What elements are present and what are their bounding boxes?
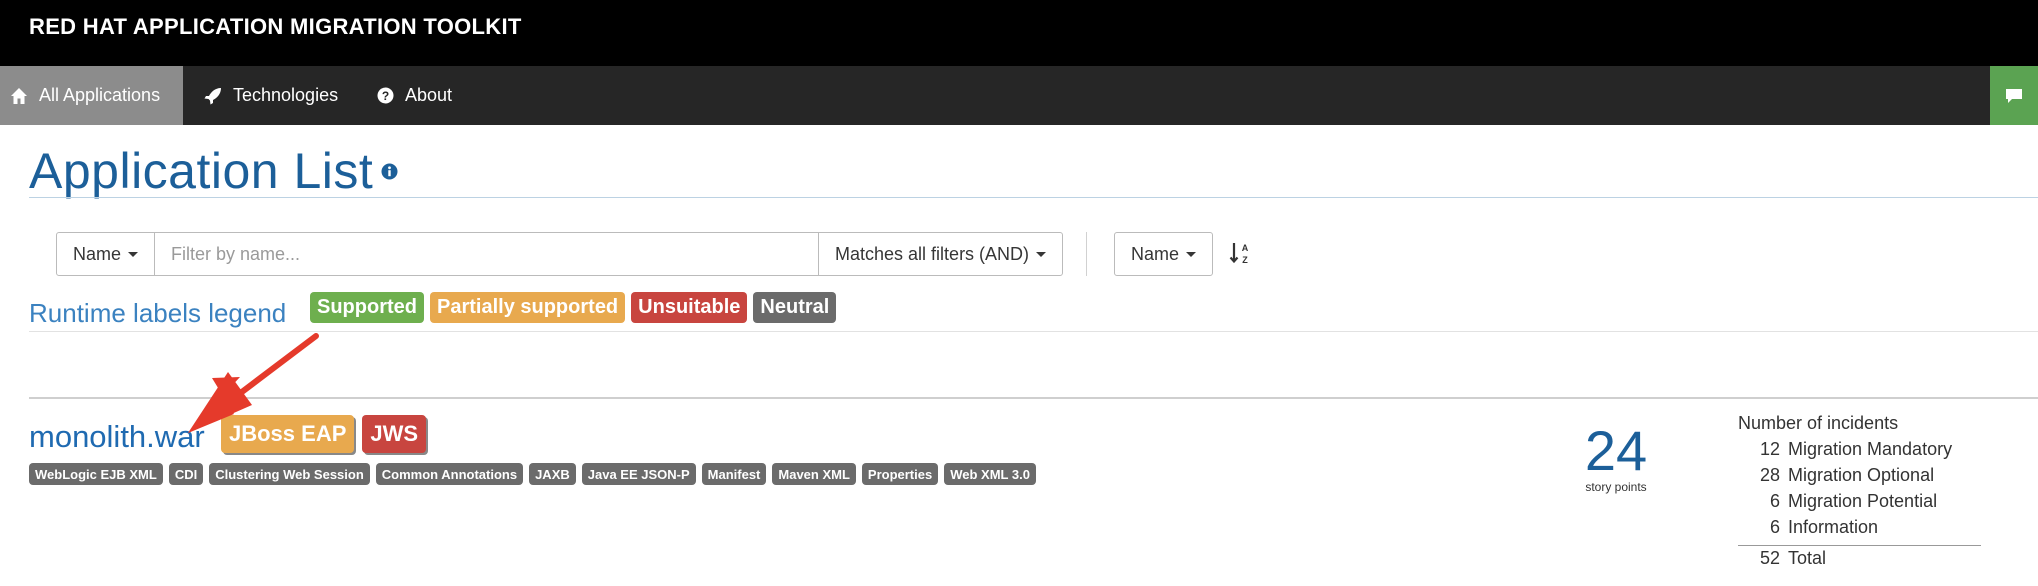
runtime-legend-badges: Supported Partially supported Unsuitable… [310, 292, 837, 323]
nav-label: All Applications [39, 85, 161, 105]
incident-row: 6 Information [1738, 517, 1981, 543]
nav-technologies[interactable]: Technologies [204, 66, 338, 125]
incident-count: 12 [1759, 439, 1780, 459]
incident-count: 6 [1769, 491, 1780, 511]
incidents-total-divider [1738, 545, 1981, 546]
technology-tag: Clustering Web Session [209, 463, 370, 485]
caret-down-icon [128, 251, 139, 257]
technology-tag: Maven XML [772, 463, 856, 485]
incident-label: Migration Mandatory [1788, 439, 1953, 459]
top-header: RED HAT APPLICATION MIGRATION TOOLKIT [0, 0, 2038, 66]
runtime-badge-jboss-eap: JBoss EAP [221, 415, 355, 453]
nav-about[interactable]: ? About [377, 66, 452, 125]
incident-total-row: 52 Total [1738, 548, 1981, 574]
home-icon [11, 87, 27, 104]
info-icon[interactable] [381, 163, 398, 180]
toolbar-divider [1086, 232, 1087, 276]
filter-input[interactable] [155, 232, 819, 276]
technology-tag: Common Annotations [375, 463, 524, 485]
technology-tag: Properties [861, 463, 939, 485]
list-divider [29, 397, 2038, 399]
technology-tag: WebLogic EJB XML [29, 463, 163, 485]
incident-count: 28 [1759, 465, 1780, 485]
incident-row: 12 Migration Mandatory [1738, 439, 1981, 465]
sort-field-dropdown[interactable]: Name [1114, 232, 1214, 276]
svg-text:Z: Z [1242, 255, 1248, 265]
technology-tags: WebLogic EJB XML CDI Clustering Web Sess… [29, 463, 1036, 485]
incident-total-label: Total [1788, 548, 1827, 568]
nav-label: About [405, 85, 453, 105]
technology-tag: JAXB [529, 463, 576, 485]
application-runtime-badges: JBoss EAP JWS [221, 415, 427, 453]
incident-total-count: 52 [1759, 548, 1780, 568]
technology-tag: CDI [168, 463, 204, 485]
brand-title: RED HAT APPLICATION MIGRATION TOOLKIT [29, 14, 522, 39]
application-link[interactable]: monolith.war [29, 419, 205, 455]
sort-alpha-asc-icon[interactable]: A Z [1229, 242, 1251, 266]
match-mode-label: Matches all filters (AND) [835, 243, 1030, 264]
runtime-legend-label: Runtime labels legend [29, 298, 287, 328]
story-points-label: story points [1585, 480, 1647, 494]
legend-badge-supported: Supported [310, 292, 424, 323]
incidents-summary: Number of incidents 12 Migration Mandato… [1738, 413, 1981, 574]
comment-icon [2006, 88, 2022, 103]
incident-label: Migration Optional [1788, 465, 1935, 485]
story-points-value: 24 [1584, 419, 1648, 482]
incident-row: 6 Migration Potential [1738, 491, 1981, 517]
incident-label: Information [1788, 517, 1879, 537]
incident-count: 6 [1769, 517, 1780, 537]
filter-field-dropdown[interactable]: Name [56, 232, 156, 276]
legend-divider [29, 331, 2038, 332]
sort-field-label: Name [1131, 243, 1180, 264]
caret-down-icon [1186, 251, 1197, 257]
filter-field-label: Name [73, 243, 122, 264]
feedback-tab[interactable] [1990, 66, 2038, 125]
caret-down-icon [1036, 251, 1047, 257]
legend-badge-unsuitable: Unsuitable [631, 292, 748, 323]
incident-label: Migration Potential [1788, 491, 1938, 511]
question-circle-icon: ? [377, 87, 394, 104]
nav-all-applications[interactable]: All Applications [0, 66, 183, 125]
technology-tag: Java EE JSON-P [581, 463, 696, 485]
runtime-badge-jws: JWS [362, 415, 427, 453]
legend-badge-partially-supported: Partially supported [430, 292, 626, 323]
svg-text:A: A [1242, 243, 1249, 253]
incidents-header: Number of incidents [1738, 413, 1899, 433]
title-divider [29, 197, 2038, 198]
page-title: Application List [29, 143, 374, 199]
match-mode-dropdown[interactable]: Matches all filters (AND) [818, 232, 1064, 276]
filter-toolbar: Name Matches all filters (AND) [56, 232, 1064, 276]
nav-label: Technologies [233, 85, 339, 105]
incident-row: 28 Migration Optional [1738, 465, 1981, 491]
rocket-icon [204, 87, 221, 104]
svg-text:?: ? [382, 89, 389, 103]
technology-tag: Manifest [701, 463, 767, 485]
legend-badge-neutral: Neutral [753, 292, 837, 323]
main-nav: All Applications Technologies ? About [0, 66, 2038, 125]
technology-tag: Web XML 3.0 [944, 463, 1036, 485]
